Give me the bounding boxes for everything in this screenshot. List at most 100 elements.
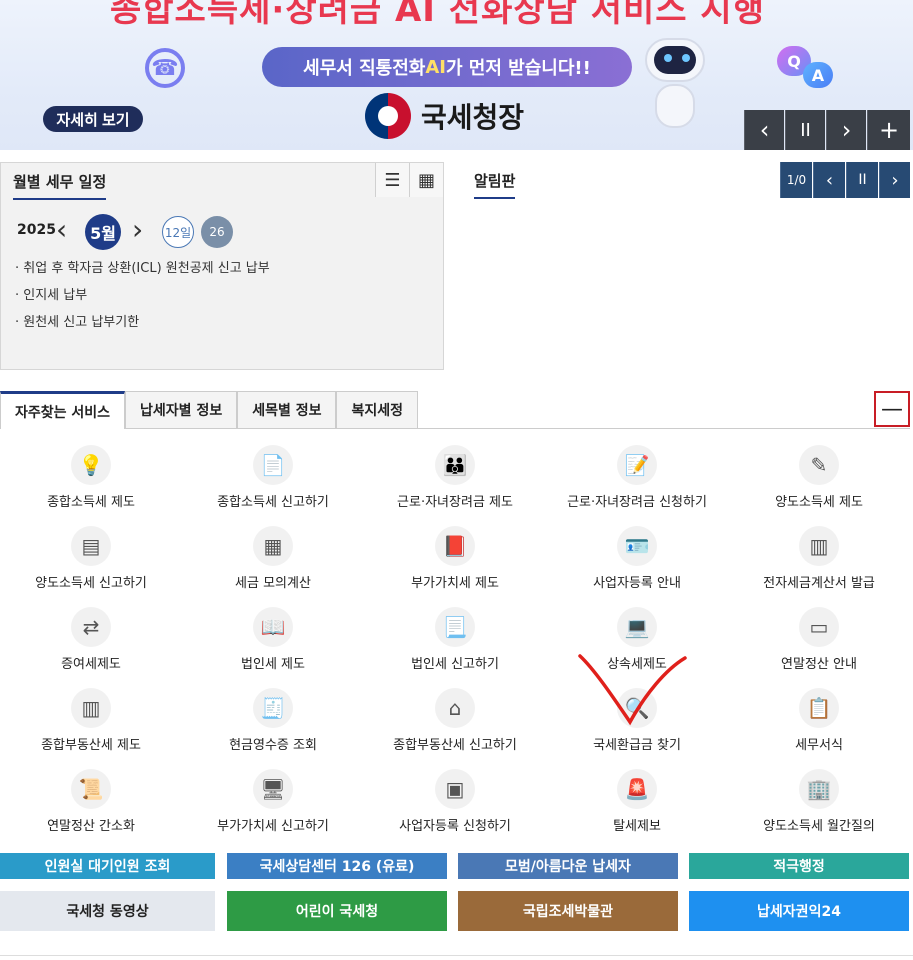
device-icon: ▥ [799, 526, 839, 566]
service-item[interactable]: 💻 상속세제도 [546, 607, 728, 688]
document-icon: 📄 [253, 445, 293, 485]
service-item[interactable]: ▥ 전자세금계산서 발급 [728, 526, 910, 607]
service-item[interactable]: ⇄ 증여세제도 [0, 607, 182, 688]
schedule-title: 월별 세무 일정 [13, 171, 107, 200]
quick-link[interactable]: 모범/아름다운 납세자 [458, 853, 678, 879]
service-item[interactable]: 🪪 사업자등록 안내 [546, 526, 728, 607]
service-item[interactable]: 📜 연말정산 간소화 [0, 769, 182, 850]
collapse-button[interactable]: — [874, 391, 910, 427]
service-item-label: 세금 모의계산 [235, 576, 311, 591]
next-month-button[interactable]: › [132, 213, 143, 246]
day-26-button[interactable]: 26 [201, 216, 233, 248]
service-item-label: 종합부동산세 제도 [41, 738, 141, 753]
service-item[interactable]: 🚨 탈세제보 [546, 769, 728, 850]
service-grid: 💡 종합소득세 제도 📄 종합소득세 신고하기 👪 근로·자녀장려금 제도 📝 근로·자녀장려… [0, 445, 910, 850]
service-item-label: 양도소득세 월간질의 [763, 819, 875, 834]
service-item[interactable]: 👪 근로·자녀장려금 제도 [364, 445, 546, 526]
service-item[interactable]: ▤ 양도소득세 신고하기 [0, 526, 182, 607]
list-view-icon[interactable]: ☰ [375, 163, 409, 197]
tab-tax-item-info[interactable]: 세목별 정보 [237, 391, 337, 428]
service-item-label: 부가가치세 제도 [411, 576, 499, 591]
quick-link[interactable]: 적극행정 [689, 853, 909, 879]
notice-board-title: 알림판 [474, 170, 516, 199]
calendar-view-icon[interactable]: ▦ [409, 163, 443, 197]
service-item-label: 근로·자녀장려금 제도 [397, 495, 513, 510]
binders-icon: ▥ [71, 688, 111, 728]
service-item[interactable]: ⌂ 종합부동산세 신고하기 [364, 688, 546, 769]
quick-link[interactable]: 국세상담센터 126 (유료) [227, 853, 447, 879]
building-icon: 🏢 [799, 769, 839, 809]
service-item[interactable]: 🧾 현금영수증 조회 [182, 688, 364, 769]
banner-next-button[interactable]: › [826, 110, 866, 150]
banner-pill: 세무서 직통전화 AI 가 먼저 받습니다!! [262, 47, 632, 87]
service-item-label: 연말정산 간소화 [47, 819, 135, 834]
service-item[interactable]: 📄 종합소득세 신고하기 [182, 445, 364, 526]
service-item-label: 양도소득세 신고하기 [35, 576, 147, 591]
edit-doc-icon: ✎ [799, 445, 839, 485]
service-tabs: 자주찾는 서비스 납세자별 정보 세목별 정보 복지세정 [0, 391, 910, 429]
pill-text-post: 가 먼저 받습니다!! [445, 58, 591, 79]
service-item-label: 사업자등록 안내 [593, 576, 681, 591]
notice-next-button[interactable]: › [879, 162, 910, 198]
screen-icon: ▭ [799, 607, 839, 647]
service-item[interactable]: ▦ 세금 모의계산 [182, 526, 364, 607]
logo-text: 국세청장 [421, 101, 525, 134]
service-item[interactable]: ▥ 종합부동산세 제도 [0, 688, 182, 769]
quick-link[interactable]: 국립조세박물관 [458, 891, 678, 931]
service-item[interactable]: 🔍 국세환급금 찾기 [546, 688, 728, 769]
doc-pen-icon: 📃 [435, 607, 475, 647]
tab-taxpayer-info[interactable]: 납세자별 정보 [125, 391, 238, 428]
tab-frequent-services[interactable]: 자주찾는 서비스 [0, 391, 126, 429]
house-check-icon: ⌂ [435, 688, 475, 728]
schedule-item[interactable]: · 원천세 신고 납부기한 [15, 309, 270, 336]
service-item[interactable]: 📋 세무서식 [728, 688, 910, 769]
schedule-item[interactable]: · 인지세 납부 [15, 282, 270, 309]
report-icon: ▤ [71, 526, 111, 566]
service-item-label: 국세환급금 찾기 [593, 738, 681, 753]
promo-banner: 종합소득세·장려금 AI 전화상담 서비스 시행 ☎ 세무서 직통전화 AI 가… [0, 0, 913, 150]
banner-pause-button[interactable]: II [785, 110, 825, 150]
service-item[interactable]: ▣ 사업자등록 신청하기 [364, 769, 546, 850]
service-item-label: 종합소득세 신고하기 [217, 495, 329, 510]
service-item-label: 탈세제보 [613, 819, 661, 834]
service-item-label: 증여세제도 [61, 657, 121, 672]
service-item[interactable]: 📕 부가가치세 제도 [364, 526, 546, 607]
service-item[interactable]: 📃 법인세 신고하기 [364, 607, 546, 688]
detail-button[interactable]: 자세히 보기 [43, 106, 143, 132]
robot-icon [640, 38, 710, 146]
service-item[interactable]: 🖥 부가가치세 신고하기 [182, 769, 364, 850]
monitor-book-icon: 🖥 [253, 769, 293, 809]
notice-prev-button[interactable]: ‹ [813, 162, 845, 198]
tab-welfare-tax[interactable]: 복지세정 [336, 391, 419, 428]
banner-more-button[interactable]: + [867, 110, 910, 150]
services-panel: 자주찾는 서비스 납세자별 정보 세목별 정보 복지세정 — 💡 종합소득세 제도… [0, 391, 910, 853]
service-item[interactable]: 📖 법인세 제도 [182, 607, 364, 688]
pill-text-pre: 세무서 직통전화 [303, 58, 426, 79]
taegeuk-logo-icon [365, 93, 411, 139]
service-item[interactable]: 📝 근로·자녀장려금 신청하기 [546, 445, 728, 526]
service-item[interactable]: ▭ 연말정산 안내 [728, 607, 910, 688]
schedule-year: 2025 [17, 222, 56, 238]
family-icon: 👪 [435, 445, 475, 485]
notice-pause-button[interactable]: II [846, 162, 878, 198]
quick-link[interactable]: 어린이 국세청 [227, 891, 447, 931]
service-item[interactable]: ✎ 양도소득세 제도 [728, 445, 910, 526]
laptop-icon: 💻 [617, 607, 657, 647]
service-item-label: 부가가치세 신고하기 [217, 819, 329, 834]
service-item[interactable]: 🏢 양도소득세 월간질의 [728, 769, 910, 850]
current-month[interactable]: 5월 [85, 214, 121, 250]
service-item[interactable]: 💡 종합소득세 제도 [0, 445, 182, 526]
service-item-label: 법인세 신고하기 [411, 657, 499, 672]
siren-icon: 🚨 [617, 769, 657, 809]
card-icon: ▣ [435, 769, 475, 809]
person-bulb-icon: 💡 [71, 445, 111, 485]
quick-link[interactable]: 납세자권익24 [689, 891, 909, 931]
service-item-label: 연말정산 안내 [781, 657, 857, 672]
quick-link[interactable]: 국세청 동영상 [0, 891, 215, 931]
pill-text-ai: AI [425, 56, 446, 78]
quick-link[interactable]: 인원실 대기인원 조회 [0, 853, 215, 879]
prev-month-button[interactable]: ‹ [56, 213, 67, 246]
schedule-item[interactable]: · 취업 후 학자금 상환(ICL) 원천공제 신고 납부 [15, 255, 270, 282]
banner-prev-button[interactable]: ‹ [744, 110, 784, 150]
day-12-button[interactable]: 12일 [162, 216, 194, 248]
